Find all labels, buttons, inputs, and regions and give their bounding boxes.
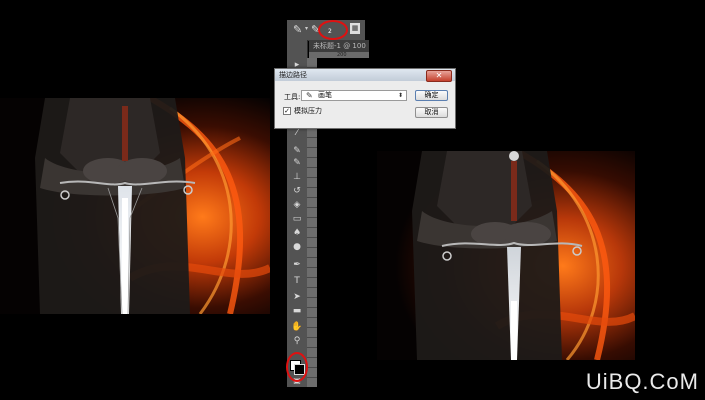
tool-select-value: 画笔	[318, 91, 332, 99]
cancel-button[interactable]: 取消	[415, 107, 448, 118]
brush-icon: ✎	[306, 91, 313, 100]
brush-size-highlight	[318, 20, 348, 40]
document-tab-title: 未标题-1 @ 100	[313, 42, 366, 50]
simulate-pressure-checkbox[interactable]: ✓	[283, 107, 291, 115]
select-arrows-icon: ⬍	[397, 92, 403, 99]
dialog-title: 描边路径	[279, 71, 307, 79]
type-icon[interactable]: T	[290, 274, 304, 288]
eraser-icon[interactable]: ◈	[290, 198, 304, 212]
close-button[interactable]: ✕	[426, 70, 452, 82]
brush-panel-icon[interactable]: ▦	[350, 23, 360, 34]
swatches-highlight	[286, 352, 308, 382]
ruler-mark: 200	[337, 52, 347, 58]
left-artwork-image	[0, 98, 270, 314]
path-select-icon[interactable]: ➤	[290, 290, 304, 304]
horizontal-ruler: 200	[309, 52, 369, 58]
document-tab[interactable]: 未标题-1 @ 100 200	[309, 40, 369, 58]
blur-icon[interactable]: ♠	[290, 226, 304, 240]
pen-icon[interactable]: ✒	[290, 258, 304, 272]
clone-stamp-icon[interactable]: ⊥	[290, 170, 304, 184]
dialog-titlebar[interactable]: 描边路径 ✕	[275, 69, 455, 82]
ok-button[interactable]: 确定	[415, 90, 448, 101]
brush-icon[interactable]: ✎	[290, 156, 304, 170]
stroke-path-dialog: 描边路径 ✕ 工具: ✎ 画笔 ⬍ 确定 取消 ✓ 模拟压力	[274, 68, 456, 129]
dropdown-arrow-icon[interactable]: ▾	[305, 25, 308, 32]
brush-preset-icon[interactable]: ✎	[293, 23, 302, 36]
gradient-icon[interactable]: ▭	[290, 212, 304, 226]
tool-select[interactable]: ✎ 画笔 ⬍	[301, 90, 407, 101]
simulate-pressure-label: 模拟压力	[294, 107, 322, 115]
tool-label: 工具:	[284, 93, 301, 101]
shape-icon[interactable]: ▬	[290, 304, 304, 318]
right-artwork-image	[377, 151, 635, 360]
zoom-icon[interactable]: ⚲	[290, 334, 304, 348]
watermark-logo: UiBQ.CoM	[585, 369, 699, 394]
history-brush-icon[interactable]: ↺	[290, 184, 304, 198]
hand-icon[interactable]: ✋	[290, 320, 304, 334]
dodge-icon[interactable]: ●	[290, 240, 304, 254]
